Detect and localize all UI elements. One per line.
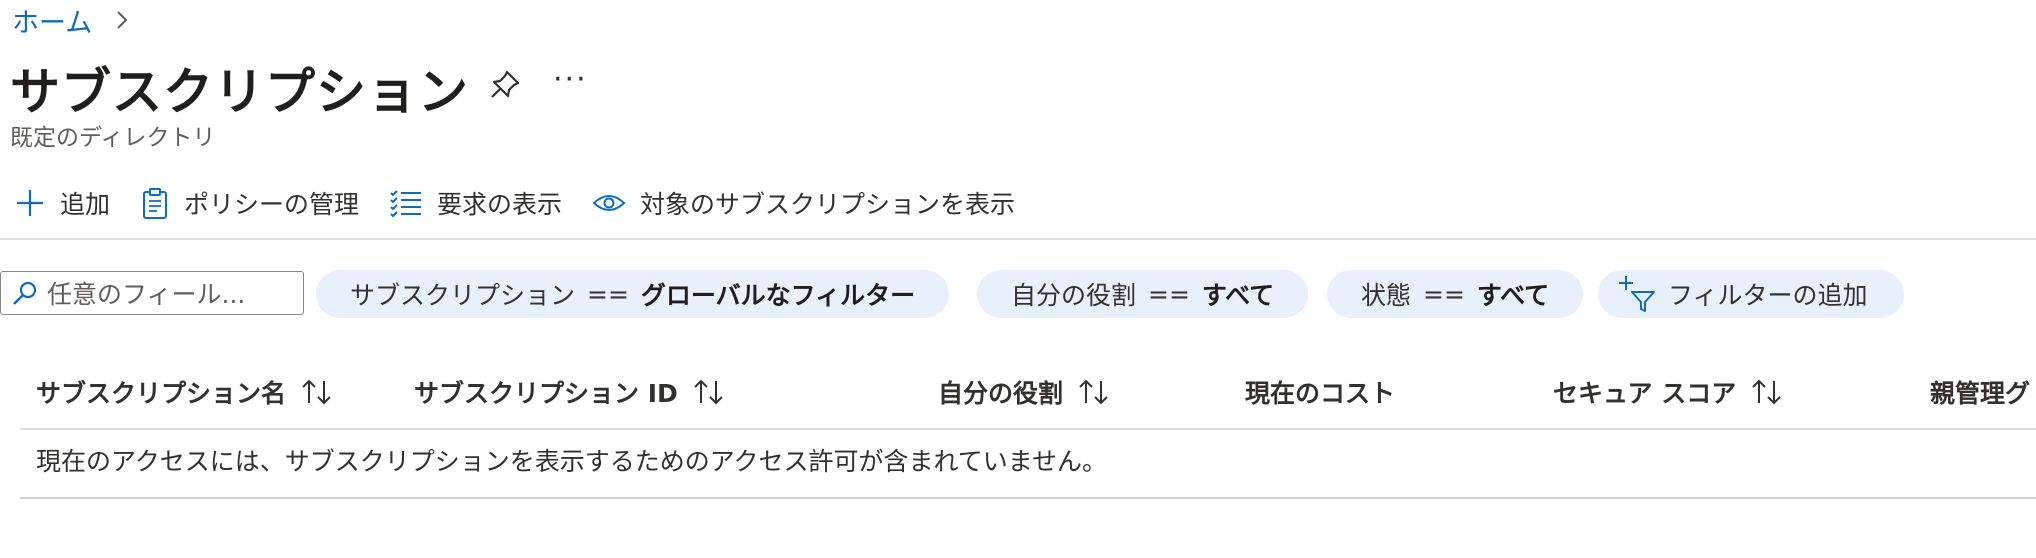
filter-operator: ==	[587, 279, 629, 309]
search-input[interactable]: 任意のフィール...	[0, 271, 304, 315]
role-filter-pill[interactable]: 自分の役割 == すべて	[977, 270, 1309, 318]
list-check-icon	[390, 190, 422, 218]
column-header-subscription-id[interactable]: サブスクリプション ID	[414, 374, 726, 410]
toolbar-divider	[0, 238, 2036, 240]
command-bar: 追加 ポリシーの管理 要求の表示 対象のサブスクリプションを表示	[14, 182, 1045, 224]
column-header-parent-management-group[interactable]: 親管理グ	[1930, 374, 2030, 410]
search-icon	[13, 281, 37, 305]
filter-value: グローバルなフィルター	[640, 281, 916, 310]
filter-field-label: サブスクリプション	[350, 281, 576, 310]
add-filter-icon	[1619, 276, 1655, 312]
subscription-filter-pill[interactable]: サブスクリプション == グローバルなフィルター	[316, 270, 950, 318]
add-filter-label: フィルターの追加	[1668, 281, 1868, 310]
column-header-subscription-name[interactable]: サブスクリプション名	[36, 374, 334, 410]
filter-operator: ==	[1423, 279, 1465, 309]
column-header-my-role[interactable]: 自分の役割	[938, 374, 1111, 410]
column-label: 自分の役割	[938, 379, 1064, 408]
header-row-divider	[20, 428, 2036, 430]
chevron-right-icon	[117, 11, 128, 29]
column-label: 現在のコスト	[1245, 379, 1396, 408]
state-filter-pill[interactable]: 状態 == すべて	[1327, 270, 1584, 318]
filter-value: すべて	[1476, 281, 1550, 310]
column-header-current-cost[interactable]: 現在のコスト	[1245, 374, 1395, 410]
clipboard-icon	[143, 188, 168, 219]
column-label: 親管理グ	[1930, 379, 2031, 408]
breadcrumb-home-link[interactable]: ホーム	[12, 1, 92, 40]
sort-icon	[694, 379, 723, 405]
column-label: サブスクリプション名	[36, 379, 287, 408]
page-title: サブスクリプション	[10, 63, 469, 121]
column-label: サブスクリプション ID	[414, 379, 678, 408]
sort-icon	[302, 379, 331, 405]
column-header-secure-score[interactable]: セキュア スコア	[1553, 374, 1784, 410]
pin-icon[interactable]	[488, 68, 522, 102]
view-eligible-label: 対象のサブスクリプションを表示	[640, 190, 1016, 219]
table-bottom-divider	[20, 497, 2036, 499]
filter-value: すべて	[1201, 281, 1275, 310]
plus-icon	[17, 190, 43, 216]
view-requests-label: 要求の表示	[437, 190, 563, 219]
column-label: セキュア スコア	[1553, 379, 1737, 408]
add-label: 追加	[60, 190, 111, 219]
add-filter-button[interactable]: フィルターの追加	[1598, 270, 1904, 318]
page-subtitle: 既定のディレクトリ	[10, 125, 216, 151]
empty-state-message: 現在のアクセスには、サブスクリプションを表示するためのアクセス許可が含まれていま…	[36, 447, 1108, 476]
manage-policies-label: ポリシーの管理	[184, 190, 360, 219]
filter-field-label: 自分の役割	[1011, 281, 1137, 310]
sort-icon	[1752, 379, 1781, 405]
eye-icon	[592, 195, 626, 211]
filter-field-label: 状態	[1361, 281, 1412, 310]
more-options-icon[interactable]: ···	[553, 62, 588, 97]
search-placeholder: 任意のフィール...	[47, 280, 246, 309]
sort-icon	[1079, 379, 1108, 405]
filter-operator: ==	[1148, 279, 1190, 309]
manage-policies-button[interactable]: ポリシーの管理	[140, 185, 359, 221]
add-button[interactable]: 追加	[14, 185, 110, 221]
view-eligible-subscriptions-button[interactable]: 対象のサブスクリプションを表示	[592, 185, 1015, 221]
view-requests-button[interactable]: 要求の表示	[389, 185, 562, 221]
breadcrumb: ホーム	[12, 1, 134, 40]
